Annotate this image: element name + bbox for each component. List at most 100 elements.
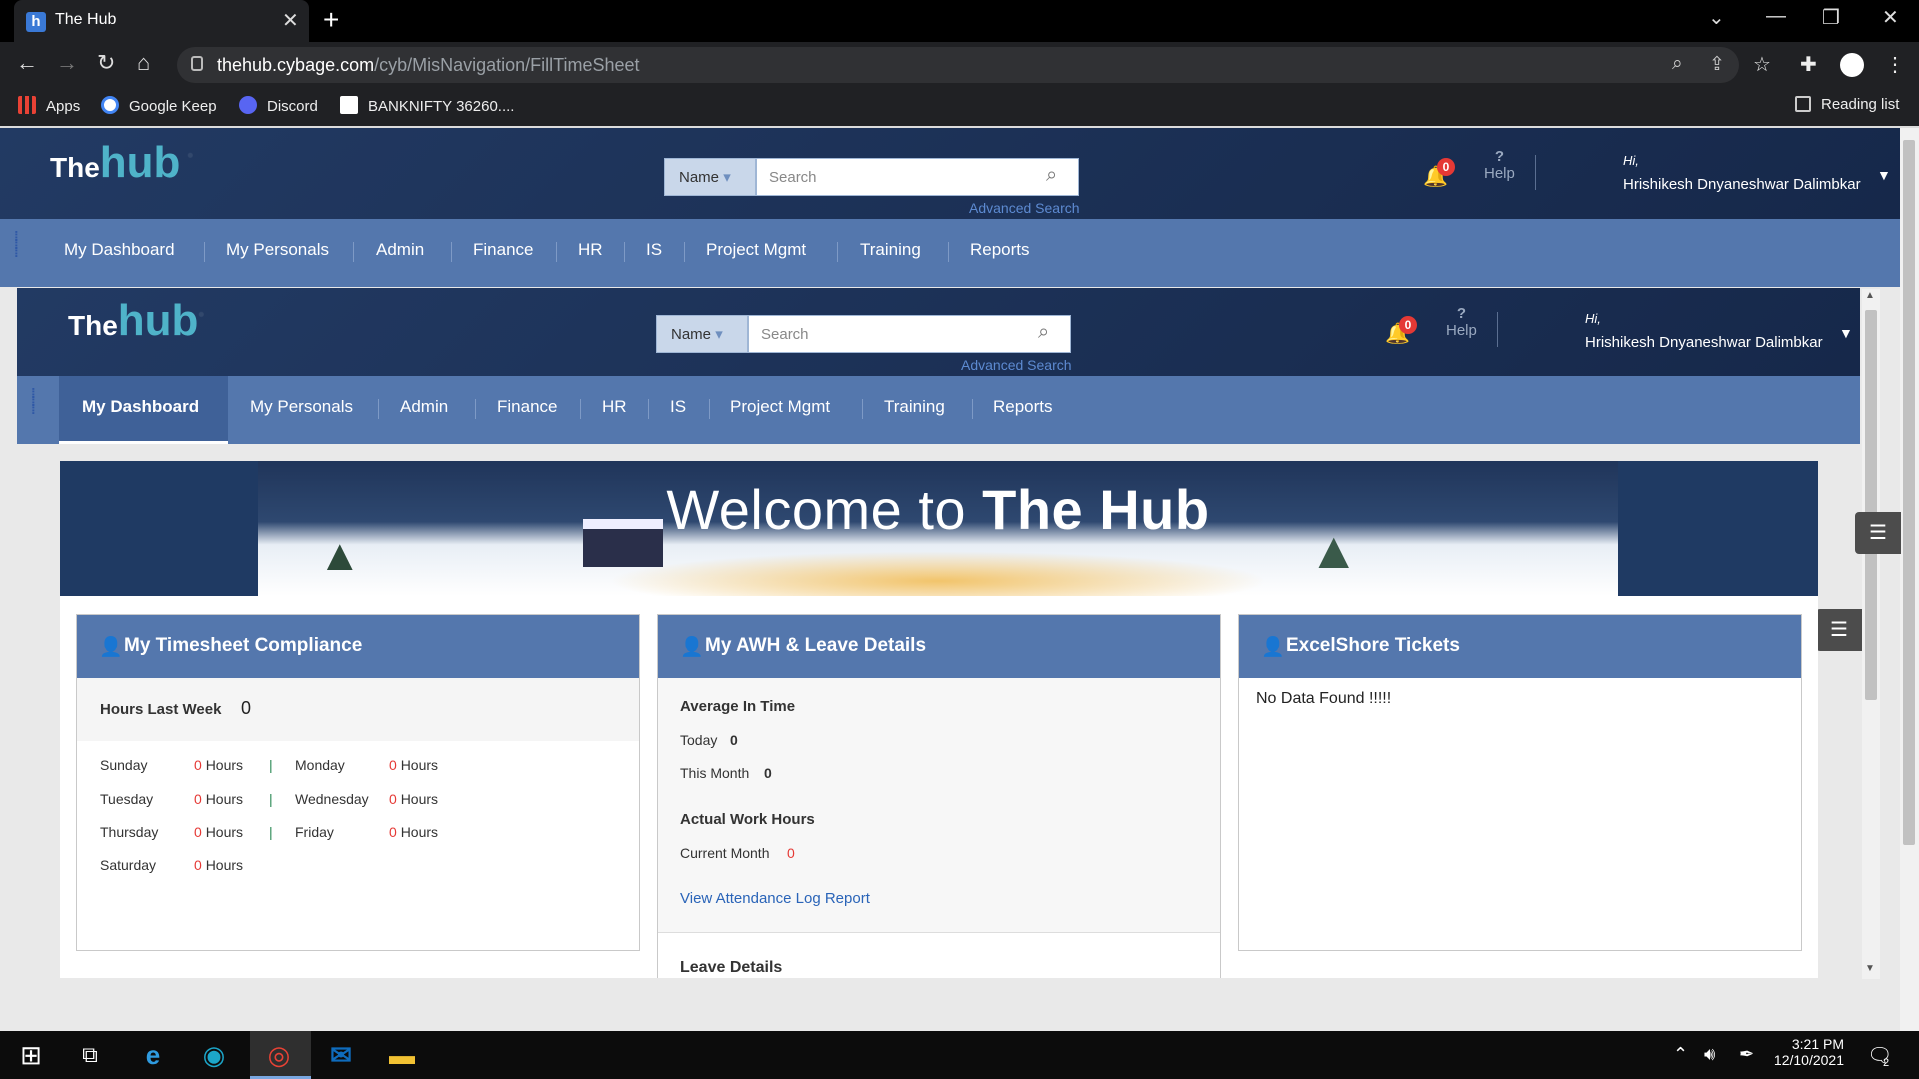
- hub-logo[interactable]: Thehub: [50, 138, 180, 188]
- tab-search-icon[interactable]: ⌄: [1708, 5, 1725, 30]
- task-view-icon[interactable]: ⧉: [66, 1039, 114, 1071]
- scrollbar-thumb[interactable]: [1865, 310, 1877, 700]
- inner-nav-training[interactable]: Training: [884, 397, 945, 417]
- day-separator: |: [269, 824, 273, 840]
- minimize-button[interactable]: —: [1766, 5, 1786, 28]
- inner-greeting: Hi,: [1585, 311, 1601, 326]
- hours-unit: Hours: [205, 757, 244, 773]
- nav-my-dashboard[interactable]: My Dashboard: [64, 240, 175, 260]
- nav-separator: [862, 399, 863, 419]
- inner-search-input[interactable]: Search: [748, 315, 1071, 353]
- chrome-icon[interactable]: ◎: [255, 1039, 303, 1071]
- inner-advanced-search-link[interactable]: Advanced Search: [961, 357, 1072, 373]
- close-tab-icon[interactable]: ✕: [282, 8, 299, 33]
- user-icon: 👤: [680, 637, 704, 658]
- inner-nav-admin[interactable]: Admin: [400, 397, 448, 417]
- restore-button[interactable]: ❐: [1822, 5, 1840, 30]
- nav-admin[interactable]: Admin: [376, 240, 424, 260]
- hours-unit: Hours: [400, 791, 439, 807]
- day-label: Monday: [295, 757, 345, 773]
- day-label: Saturday: [100, 857, 157, 873]
- nav-separator: [972, 399, 973, 419]
- discord-icon: [239, 96, 257, 114]
- day-label: Tuesday: [100, 791, 154, 807]
- reading-list-button[interactable]: Reading list: [1795, 96, 1899, 113]
- search-scope-select[interactable]: Name ▾: [664, 158, 756, 196]
- nav-separator: [624, 242, 625, 262]
- taskbar-clock[interactable]: 3:21 PM 12/10/2021: [1768, 1036, 1844, 1068]
- outer-scrollbar-thumb[interactable]: [1903, 140, 1915, 845]
- nav-grip-icon[interactable]: ⁞ ⁞ ⁞: [14, 229, 19, 259]
- inner-nav-my-dashboard[interactable]: My Dashboard: [82, 397, 199, 417]
- user-name[interactable]: Hrishikesh Dnyaneshwar Dalimbkar: [1623, 176, 1861, 193]
- day-hours: 0: [194, 791, 202, 807]
- tray-chevron-icon[interactable]: ⌃: [1673, 1044, 1688, 1065]
- inner-nav-project-mgmt[interactable]: Project Mgmt: [730, 397, 830, 417]
- share-icon[interactable]: ⇪: [1709, 53, 1725, 76]
- browser-menu-icon[interactable]: ⋮: [1885, 52, 1905, 77]
- inner-nav-hr[interactable]: HR: [602, 397, 627, 417]
- inner-side-panel-toggle-icon[interactable]: ☰: [1816, 609, 1862, 651]
- back-arrow-icon[interactable]: ←: [16, 50, 38, 76]
- scroll-up-icon[interactable]: ▲: [1865, 290, 1875, 301]
- url-text[interactable]: thehub.cybage.com/cyb/MisNavigation/Fill…: [217, 55, 640, 76]
- awh-panel-header: 👤 My AWH & Leave Details: [658, 615, 1220, 678]
- inner-nav-is[interactable]: IS: [670, 397, 686, 417]
- bookmark-apps[interactable]: Apps: [18, 96, 80, 115]
- outlook-icon[interactable]: ✉: [317, 1039, 365, 1071]
- browser-tab[interactable]: h The Hub ✕: [14, 0, 309, 42]
- nav-project-mgmt[interactable]: Project Mgmt: [706, 240, 806, 260]
- view-attendance-log-link[interactable]: View Attendance Log Report: [680, 890, 870, 907]
- bookmark-discord[interactable]: Discord: [239, 96, 318, 115]
- inner-nav-grip-icon[interactable]: ⁞ ⁞ ⁞: [31, 386, 36, 416]
- home-icon[interactable]: ⌂: [137, 50, 150, 76]
- inner-nav-finance[interactable]: Finance: [497, 397, 557, 417]
- zoom-icon[interactable]: ⌕: [1672, 53, 1683, 75]
- nav-finance[interactable]: Finance: [473, 240, 533, 260]
- excelshore-panel-header: 👤 ExcelShore Tickets: [1239, 615, 1801, 678]
- help-icon: ?: [1494, 148, 1505, 165]
- welcome-title: Welcome to The Hub: [666, 478, 1210, 541]
- profile-avatar-icon[interactable]: [1840, 53, 1864, 77]
- windows-start-icon[interactable]: ⊞: [7, 1039, 55, 1071]
- inner-nav-reports[interactable]: Reports: [993, 397, 1053, 417]
- address-bar[interactable]: thehub.cybage.com/cyb/MisNavigation/Fill…: [177, 47, 1739, 83]
- bookmark-star-icon[interactable]: ☆: [1753, 52, 1771, 77]
- edge-icon[interactable]: ◉: [190, 1039, 238, 1071]
- avg-in-time-label: Average In Time: [680, 698, 796, 715]
- pen-icon[interactable]: ✒: [1739, 1044, 1754, 1065]
- inner-user-menu-caret-icon[interactable]: ▼: [1839, 325, 1853, 341]
- new-tab-button[interactable]: +: [323, 4, 339, 36]
- internet-explorer-icon[interactable]: e: [129, 1039, 177, 1071]
- forward-arrow-icon[interactable]: →: [56, 50, 78, 76]
- extensions-icon[interactable]: ✚: [1800, 52, 1817, 77]
- inner-nav-my-personals[interactable]: My Personals: [250, 397, 353, 417]
- day-label: Wednesday: [295, 791, 369, 807]
- inner-user-name[interactable]: Hrishikesh Dnyaneshwar Dalimbkar: [1585, 334, 1823, 351]
- inner-search-scope-select[interactable]: Name ▾: [656, 315, 748, 353]
- inner-search-icon[interactable]: ⌕: [1038, 321, 1049, 344]
- nav-training[interactable]: Training: [860, 240, 921, 260]
- help-button[interactable]: ? Help: [1484, 148, 1515, 182]
- inner-help-button[interactable]: ? Help: [1446, 305, 1477, 339]
- file-explorer-icon[interactable]: ▬: [378, 1039, 426, 1071]
- nav-hr[interactable]: HR: [578, 240, 603, 260]
- greeting: Hi,: [1623, 153, 1639, 168]
- side-panel-toggle-icon[interactable]: ☰: [1855, 512, 1901, 554]
- this-month-label: This Month: [680, 765, 750, 781]
- scroll-down-icon[interactable]: ▼: [1865, 963, 1875, 974]
- inner-hub-logo[interactable]: Thehub: [68, 296, 198, 346]
- nav-my-personals[interactable]: My Personals: [226, 240, 329, 260]
- advanced-search-link[interactable]: Advanced Search: [969, 200, 1080, 216]
- bookmark-google-keep[interactable]: Google Keep: [101, 96, 217, 115]
- user-menu-caret-icon[interactable]: ▼: [1877, 167, 1891, 183]
- nav-reports[interactable]: Reports: [970, 240, 1030, 260]
- search-icon[interactable]: ⌕: [1046, 164, 1057, 187]
- reload-icon[interactable]: ↻: [97, 50, 115, 76]
- close-window-button[interactable]: ✕: [1882, 5, 1899, 30]
- search-input[interactable]: Search: [756, 158, 1079, 196]
- volume-icon[interactable]: 🔊︎: [1704, 1044, 1715, 1065]
- nav-is[interactable]: IS: [646, 240, 662, 260]
- tab-title: The Hub: [55, 11, 117, 28]
- bookmark-banknifty[interactable]: BANKNIFTY 36260....: [340, 96, 514, 115]
